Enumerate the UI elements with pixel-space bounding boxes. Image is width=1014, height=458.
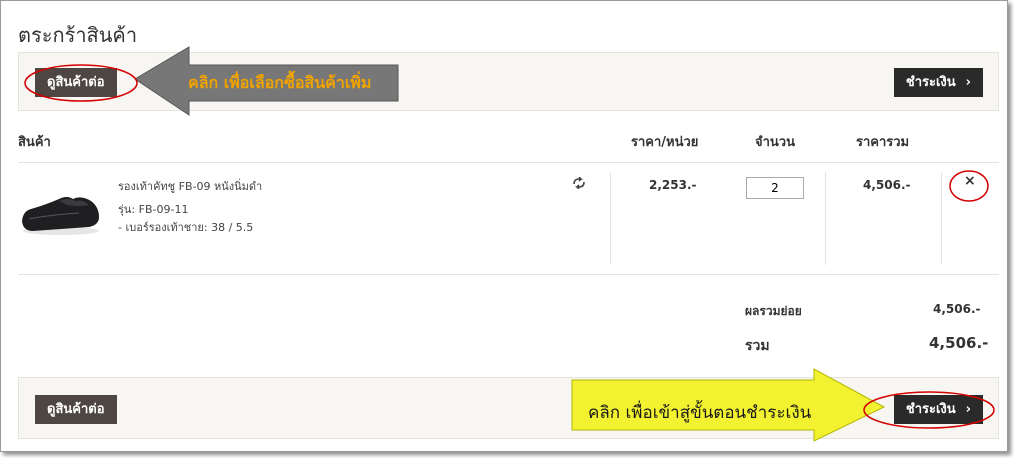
grand-total-value: 4,506.- [929, 334, 989, 352]
continue-shopping-label: ดูสินค้าต่อ [47, 402, 105, 417]
item-total: 4,506.- [863, 178, 911, 192]
divider [18, 162, 999, 163]
column-divider [825, 172, 826, 265]
product-model: รุ่น: FB-09-11 [118, 203, 189, 216]
col-header-total: ราคารวม [856, 135, 910, 150]
page-title: ตระกร้าสินค้า [18, 23, 138, 47]
column-divider [610, 172, 611, 265]
item-unit-price: 2,253.- [649, 178, 697, 192]
chevron-right-icon: › [965, 75, 971, 90]
col-header-quantity: จำนวน [755, 135, 795, 150]
product-name-link[interactable]: รองเท้าคัทชู FB-09 หนังนิ่มดำ [118, 177, 262, 195]
checkout-label: ชำระเงิน [905, 75, 956, 90]
subtotal-label: ผลรวมย่อย [745, 304, 802, 318]
column-divider [941, 172, 942, 265]
col-header-unit-price: ราคา/หน่วย [631, 135, 699, 150]
annotation-ellipse [949, 170, 989, 202]
continue-shopping-callout: คลิก เพื่อเลือกซื้อสินค้าเพิ่ม [188, 73, 372, 92]
divider [18, 274, 999, 275]
checkout-callout: คลิก เพื่อเข้าสู่ขั้นตอนชำระเงิน [588, 403, 812, 423]
cart-panel: ตระกร้าสินค้า ดูสินค้าต่อ ชำระเงิน › คลิก… [0, 0, 1008, 452]
quantity-input[interactable]: 2 [746, 177, 804, 199]
refresh-icon[interactable] [572, 177, 586, 189]
annotation-ellipse [863, 391, 995, 429]
subtotal-value: 4,506.- [933, 302, 981, 316]
grand-total-label: รวม [745, 338, 770, 354]
product-image[interactable] [19, 191, 101, 237]
continue-shopping-button[interactable]: ดูสินค้าต่อ [35, 395, 117, 424]
annotation-ellipse [24, 64, 138, 102]
checkout-button[interactable]: ชำระเงิน › [893, 68, 983, 97]
col-header-product: สินค้า [18, 135, 51, 150]
product-size: - เบอร์รองเท้าชาย: 38 / 5.5 [118, 221, 254, 234]
